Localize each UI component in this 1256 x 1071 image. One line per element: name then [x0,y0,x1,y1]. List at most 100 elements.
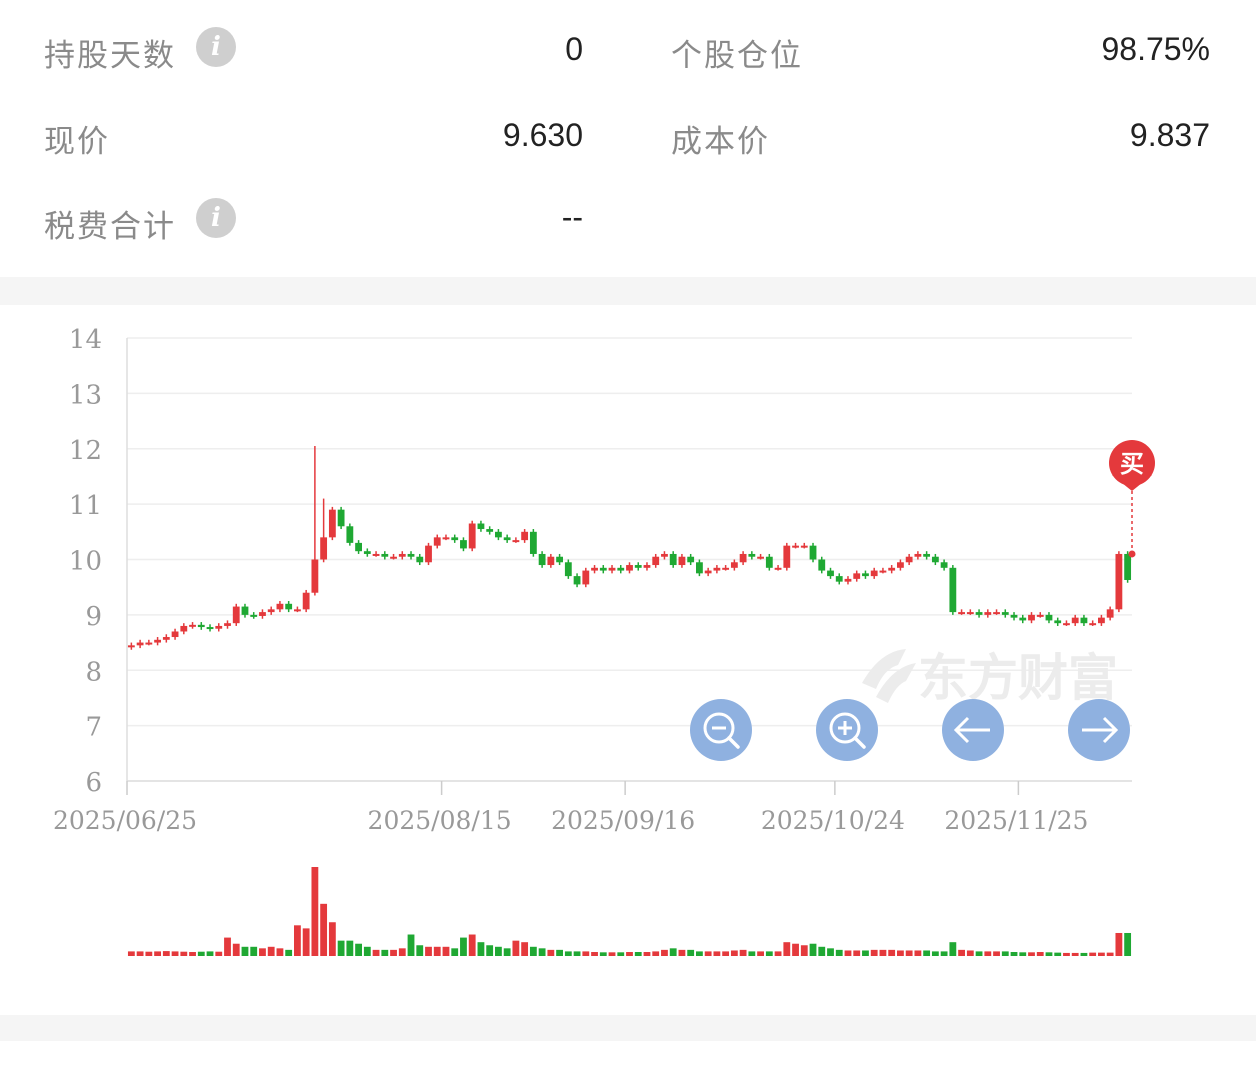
info-icon[interactable]: i [196,27,236,67]
volume-bar [573,951,581,956]
volume-bar [320,903,328,956]
buy-badge-label: 买 [1120,449,1144,478]
holding-stats-panel: 持股天数 i 0 个股仓位 98.75% 现价 9.630 成本价 9.837 … [0,0,1256,277]
scroll-left-button[interactable] [942,699,1004,761]
candle [914,553,922,557]
volume-bar [433,946,441,956]
volume-bar [966,950,974,956]
scroll-right-button[interactable] [1068,699,1130,761]
x-tick-label: 2025/10/24 [761,806,905,835]
kline-chart[interactable]: 14 13 12 11 10 9 8 7 6 东方财富 2025/06/25 2025/08/15… [0,305,1256,1015]
volume-bar [975,951,983,956]
candle [599,567,607,571]
kline-chart-panel[interactable]: 14 13 12 11 10 9 8 7 6 东方财富 2025/06/25 2025/08/15… [0,305,1256,1015]
y-tick-label: 14 [69,325,102,355]
volume-bar [844,950,852,956]
candle [669,553,677,566]
candle [224,623,231,626]
candle [460,540,467,549]
volume-bar [678,949,686,956]
volume-bar [337,940,345,956]
volume-bar [154,951,161,956]
volume-bar [739,949,747,956]
y-axis: 14 13 12 11 10 9 8 7 6 [69,325,102,798]
price-value: 9.630 [502,117,583,153]
volume-bar [346,940,354,956]
volume-bar [888,949,896,956]
candle [661,553,668,557]
candle [512,540,520,543]
candle [328,509,336,538]
candle [302,592,310,610]
info-icon[interactable]: i [196,198,236,238]
candle [591,567,598,571]
volume-bar [897,950,904,956]
volume-bar [634,952,642,956]
y-tick-label: 6 [85,768,102,798]
candle [529,531,537,554]
candle [573,576,581,585]
candle [1010,614,1018,618]
x-axis: 2025/06/25 2025/08/15 2025/09/16 2025/10/24… [53,780,1132,835]
candle [1036,614,1044,617]
zoom-in-button[interactable] [816,699,878,761]
candle [809,545,817,560]
volume-bar [521,942,529,956]
y-tick-label: 11 [69,491,102,521]
volume-bar [923,950,931,956]
candle [704,570,712,574]
zoom-out-button[interactable] [690,699,752,761]
candle [774,567,782,570]
candle [442,537,450,540]
volume-bar [145,951,153,956]
fees-total-value: -- [561,199,583,235]
candle [477,523,485,530]
volume-bar [1036,952,1044,956]
candle [1045,614,1053,621]
candle [311,559,319,593]
volume-bar [1045,952,1053,956]
y-tick-label: 12 [69,436,102,466]
volume-bar [495,946,502,956]
candle [678,556,686,566]
volume-bar [1001,951,1009,956]
volume-bar [696,951,703,956]
volume-bar [800,945,808,956]
candle [713,567,721,571]
y-tick-label: 13 [69,380,102,410]
candle [381,553,389,557]
candle [608,567,616,571]
volume-bar [328,922,336,956]
candle [1089,623,1097,626]
candle [407,553,415,557]
volume-bar [599,952,607,956]
buy-marker[interactable]: 买 [1109,440,1155,558]
candle [538,553,546,566]
volume-bar [451,948,459,956]
candle [984,612,992,615]
volume-bar [643,952,651,956]
volume-bar [442,946,450,956]
candle [197,624,205,628]
y-tick-label: 9 [85,602,102,632]
volume-bar [704,951,712,956]
candle [267,609,275,613]
candle [783,545,791,568]
candlestick-series [127,445,1132,650]
volume-bar [162,951,170,956]
position-value: 98.75% [1101,31,1210,67]
volume-bar [267,946,275,956]
volume-bar [564,951,572,956]
candle [171,631,179,638]
volume-bar [870,949,878,956]
candle [1019,617,1027,621]
volume-bar [914,950,922,956]
volume-bar [390,949,397,956]
x-tick-label: 2025/09/16 [551,806,695,835]
watermark-text: 东方财富 [918,648,1118,707]
volume-bar [171,951,179,956]
candle [765,556,773,568]
volume-bar [783,942,791,956]
volume-bar [381,949,389,956]
volume-bar [993,951,1000,956]
